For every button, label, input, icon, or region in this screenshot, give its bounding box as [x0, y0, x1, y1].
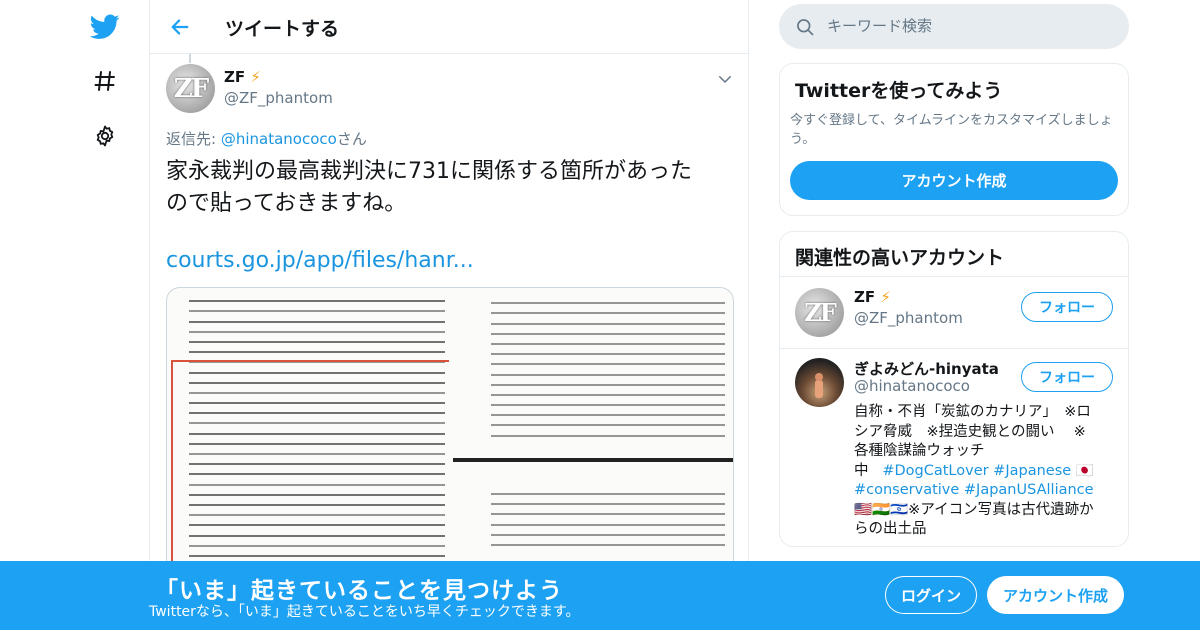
- create-account-button[interactable]: アカウント作成: [790, 161, 1118, 200]
- bottom-signup-bar: 「いま」起きていることを見つけよう Twitterなら、「いま」起きていることを…: [0, 561, 1200, 630]
- bio-line: シア脅威 ※捏造史観との闘い ※: [854, 423, 1086, 440]
- bio-line: 各種陰謀論ウォッチ: [854, 443, 985, 459]
- bio-text: ※アイコン写真は古代遺跡か: [908, 501, 1094, 518]
- follow-button[interactable]: フォロー: [1021, 362, 1113, 392]
- bio-line: らの出土品: [854, 521, 927, 537]
- chevron-down-icon[interactable]: [716, 70, 734, 88]
- reply-suffix: さん: [336, 130, 367, 148]
- avatar[interactable]: ZF: [166, 64, 215, 113]
- related-account[interactable]: ぎよみどん-hinyata @hinatanococo フォロー 自称・不肖「炭…: [780, 348, 1128, 546]
- page-header: ツイートする: [150, 0, 748, 54]
- author-name[interactable]: ZF ⚡: [224, 68, 261, 86]
- reply-handle-link[interactable]: @hinatanococo: [221, 130, 337, 148]
- japan-flag-icon: 🇯🇵: [1075, 462, 1094, 479]
- tweet-text: 家永裁判の最高裁判決に731に関係する箇所があった ので貼っておきますね。: [166, 156, 736, 220]
- signup-card-title: Twitterを使ってみよう: [795, 80, 1003, 102]
- main-column: ツイートする ZF ZF ⚡ @ZF_phantom 返信先: @hinatan…: [149, 0, 749, 630]
- bottom-bar-title: 「いま」起きていることを見つけよう: [155, 578, 563, 604]
- author-name-text: ZF: [224, 68, 246, 86]
- tweet-link[interactable]: courts.go.jp/app/files/hanr...: [166, 248, 474, 273]
- search-box[interactable]: [779, 4, 1129, 49]
- bottom-bar-subtitle: Twitterなら、「いま」起きていることをいち早くチェックできます。: [149, 604, 580, 620]
- account-handle[interactable]: @hinatanococo: [854, 377, 970, 395]
- author-handle[interactable]: @ZF_phantom: [224, 89, 333, 107]
- reply-to: 返信先: @hinatanococoさん: [166, 128, 367, 149]
- hashtag-link[interactable]: #conservative #JapanUSAlliance: [854, 482, 1094, 498]
- tweet-text-line: ので貼っておきますね。: [166, 191, 407, 216]
- signup-button[interactable]: アカウント作成: [987, 576, 1124, 614]
- signup-card: Twitterを使ってみよう 今すぐ登録して、タイムラインをカスタマイズしましょ…: [779, 63, 1129, 216]
- page-title: ツイートする: [225, 18, 340, 40]
- bio-line: 自称・不肖「炭鉱のカナリア」 ※ロ: [854, 404, 1091, 420]
- account-name[interactable]: ZF ⚡: [854, 288, 891, 306]
- hashtag-link[interactable]: #DogCatLover #Japanese: [882, 463, 1071, 479]
- account-name-text: ZF: [854, 288, 876, 306]
- account-bio: 自称・不肖「炭鉱のカナリア」 ※ロ シア脅威 ※捏造史観との闘い ※ 各種陰謀論…: [854, 403, 1116, 540]
- related-accounts-card: 関連性の高いアカウント ZF ZF ⚡ @ZF_phantom フォロー ぎよみ…: [779, 231, 1129, 547]
- login-button[interactable]: ログイン: [885, 576, 977, 614]
- avatar-text: ZF: [804, 298, 837, 327]
- highlight-box: [171, 360, 449, 576]
- lightning-emoji: ⚡: [880, 288, 891, 306]
- flags-icon: 🇺🇸🇮🇳🇮🇱: [854, 501, 909, 518]
- related-accounts-title: 関連性の高いアカウント: [780, 232, 1128, 277]
- tweet-text-line: 家永裁判の最高裁判決に731に関係する箇所があった: [166, 159, 692, 184]
- avatar-text: ZF: [173, 73, 209, 104]
- search-input[interactable]: [827, 4, 1117, 49]
- bio-text: 中: [854, 462, 869, 479]
- divider: [453, 458, 733, 462]
- gear-icon[interactable]: [88, 119, 122, 153]
- left-nav: [80, 0, 130, 630]
- signup-card-description: 今すぐ登録して、タイムラインをカスタマイズしましょう。: [790, 113, 1113, 147]
- bio-line: 中 #DogCatLover #Japanese 🇯🇵: [854, 462, 1116, 482]
- back-arrow-icon[interactable]: [164, 11, 196, 43]
- avatar[interactable]: [795, 358, 844, 407]
- lightning-emoji: ⚡: [250, 68, 261, 86]
- account-handle[interactable]: @ZF_phantom: [854, 309, 963, 327]
- related-account[interactable]: ZF ZF ⚡ @ZF_phantom フォロー: [780, 278, 1128, 348]
- twitter-logo-icon[interactable]: [88, 10, 122, 44]
- document-page-right: [451, 288, 733, 576]
- search-icon: [795, 17, 815, 37]
- bio-line: 🇺🇸🇮🇳🇮🇱※アイコン写真は古代遺跡か: [854, 501, 1116, 521]
- hashtag-icon[interactable]: [88, 64, 122, 98]
- avatar[interactable]: ZF: [795, 288, 844, 337]
- reply-prefix: 返信先:: [166, 130, 221, 148]
- tweet-media-image[interactable]: [166, 287, 734, 577]
- thread-line: [189, 54, 191, 63]
- follow-button[interactable]: フォロー: [1021, 292, 1113, 322]
- account-name[interactable]: ぎよみどん-hinyata: [854, 358, 999, 379]
- bio-line: #conservative #JapanUSAlliance: [854, 481, 1116, 501]
